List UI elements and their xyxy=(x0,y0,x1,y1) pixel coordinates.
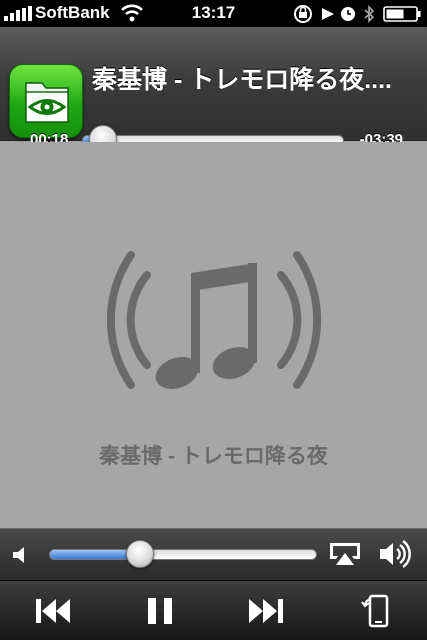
pause-button[interactable] xyxy=(130,581,190,640)
battery-icon xyxy=(383,6,421,22)
playback-controls xyxy=(0,580,427,640)
pause-icon xyxy=(148,598,172,624)
now-playing-header: 秦基博 - トレモロ降る夜.... 00:18 -03:39 xyxy=(0,27,427,153)
volume-bar xyxy=(0,528,427,580)
artwork-track-title: 秦基博 - トレモロ降る夜 xyxy=(99,445,328,468)
artwork-area: 秦基博 - トレモロ降る夜 xyxy=(0,142,427,528)
next-track-button[interactable] xyxy=(235,581,295,640)
volume-slider-handle[interactable] xyxy=(126,540,155,568)
volume-high-icon xyxy=(380,540,411,568)
next-track-icon xyxy=(249,599,283,623)
status-indicators xyxy=(294,5,421,23)
volume-slider-track[interactable] xyxy=(49,549,317,560)
alarm-icon xyxy=(341,7,355,21)
music-note-with-waves-icon xyxy=(106,251,322,389)
eye-folder-icon xyxy=(25,82,69,123)
orientation-lock-icon xyxy=(294,5,312,23)
bluetooth-icon xyxy=(364,5,375,23)
play-icon xyxy=(322,8,334,20)
volume-low-icon xyxy=(13,547,24,563)
status-bar: SoftBank 13:17 xyxy=(0,0,427,27)
previous-track-button[interactable] xyxy=(24,581,84,640)
app-icon[interactable] xyxy=(9,64,83,138)
rotate-icon xyxy=(361,594,389,628)
airplay-icon[interactable] xyxy=(328,541,362,567)
previous-track-icon xyxy=(36,599,70,623)
rotate-button[interactable] xyxy=(348,581,408,640)
track-title: 秦基博 - トレモロ降る夜.... xyxy=(92,66,393,94)
